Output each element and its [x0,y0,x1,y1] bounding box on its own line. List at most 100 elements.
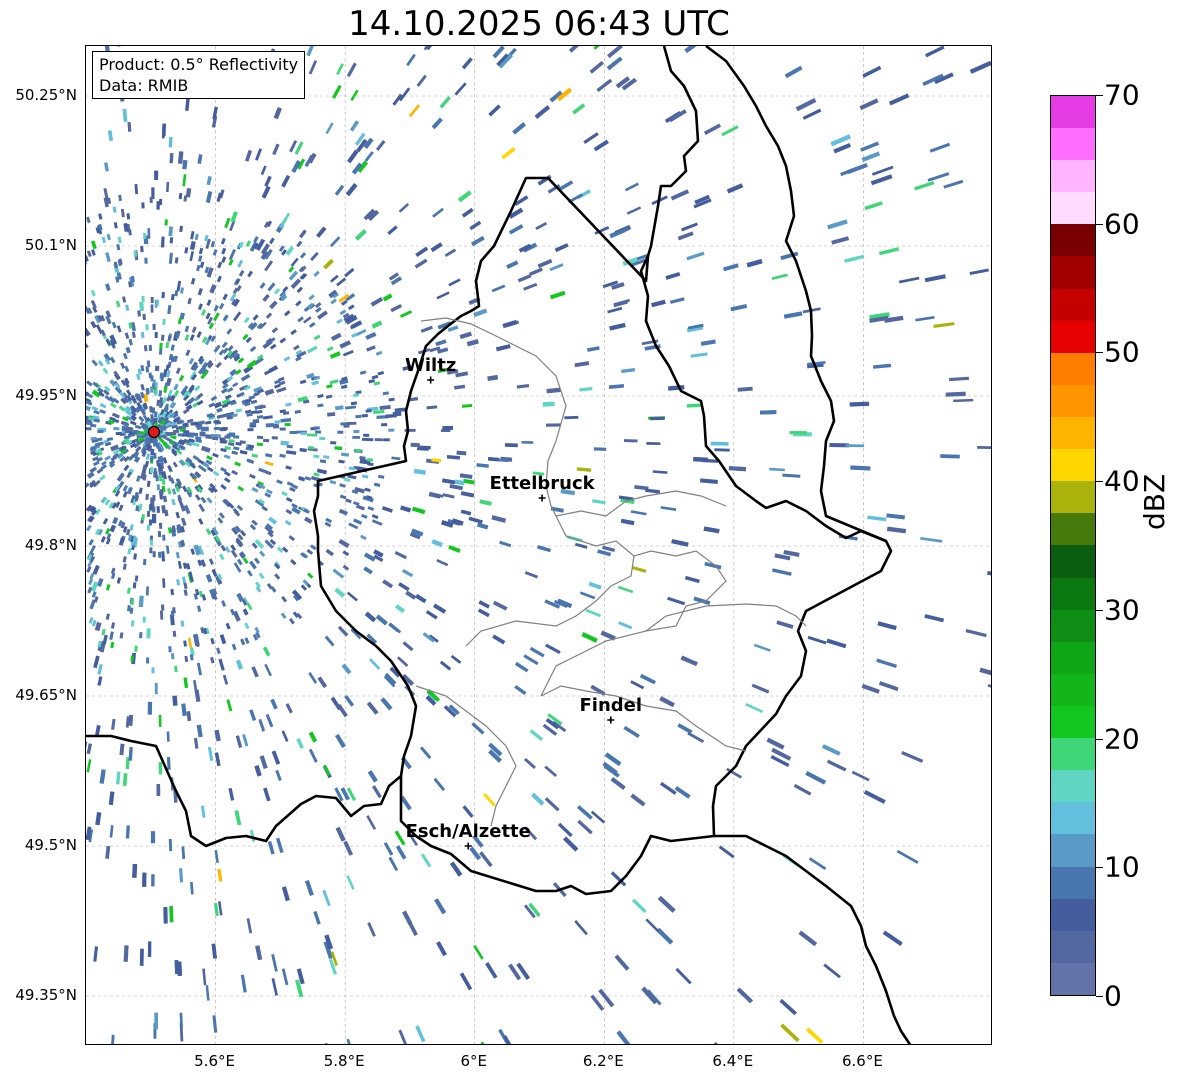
echo-cell [126,587,131,594]
echo-cell [206,299,212,307]
echo-cell [140,364,145,372]
echo-cell [888,93,910,106]
echo-cell [165,364,170,371]
colorbar-segment [1051,706,1095,739]
echo-cell [264,663,272,677]
echo-cell [217,261,223,269]
echo-cell [200,627,205,634]
echo-cell [577,819,593,835]
echo-cell [593,447,607,451]
echo-cell [779,998,797,1016]
echo-cell [395,845,407,860]
echo-cell [517,274,532,283]
echo-cell [650,416,665,421]
echo-cell [240,974,247,993]
echo-cell [276,479,283,485]
echo-cell [410,442,420,448]
echo-cell [207,746,214,761]
echo-cell [537,258,553,269]
echo-cell [289,140,298,153]
colorbar-tick-label: 30 [1104,593,1140,627]
echo-cell [380,697,393,711]
echo-cell [92,564,100,575]
echo-cell [167,527,172,534]
echo-cell [390,624,402,634]
lat-tick-label: 49.5°N [24,836,77,854]
echo-cell [210,656,215,664]
echo-cell [205,528,212,535]
echo-cell [723,263,739,272]
echo-cell [317,676,328,689]
echo-cell [690,352,708,358]
echo-cell [154,471,158,478]
echo-cell [736,987,754,1004]
echo-cell [297,316,304,323]
city-marker [538,494,546,502]
echo-cell [219,553,225,561]
echo-cell [136,475,141,482]
echo-cell [308,60,318,75]
echo-cell [145,453,151,460]
echo-cell [290,257,299,267]
echo-cell [388,397,395,402]
echo-cell [86,471,95,479]
echo-cell [286,481,294,487]
echo-cell [250,399,258,405]
echo-cell [271,327,279,334]
echo-cell [156,506,160,513]
echo-cell [310,251,319,261]
echo-cell [463,478,475,485]
echo-cell [492,600,508,611]
colorbar-segment [1051,802,1095,835]
echo-cell [122,563,127,571]
echo-cell [251,666,259,678]
echo-cell [242,734,249,747]
echo-cell [212,452,219,458]
echo-cell [163,907,168,924]
echo-cell [145,586,149,596]
colorbar-tick [1096,223,1103,225]
echo-cell [214,849,219,864]
echo-cell [109,825,114,838]
echo-cell [254,626,260,634]
echo-cell [674,786,691,799]
echo-cell [564,415,579,420]
echo-cell [167,335,172,342]
echo-cell [405,590,417,600]
echo-cell [196,264,201,272]
echo-cell [231,643,237,651]
echo-cell [198,518,204,525]
echo-cell [120,208,125,218]
echo-cell [878,247,900,256]
echo-cell [190,548,196,555]
echo-cell [338,459,345,464]
echo-cell [325,122,334,135]
echo-cell [125,825,130,839]
echo-cell [371,320,383,329]
echo-cell [281,968,289,986]
echo-cell [90,289,96,297]
echo-cell [145,366,150,373]
echo-cell [382,391,390,396]
echo-cell [99,409,106,415]
radar-map[interactable]: Wiltz Ettelbruck Findel Esch/Alzette [85,45,992,1045]
echo-cell [303,316,312,324]
colorbar-segment [1051,224,1095,257]
echo-cell [123,464,130,472]
echo-cell [124,429,131,433]
colorbar-tick-label: 40 [1104,464,1140,498]
echo-cell [204,420,212,425]
echo-cell [86,250,92,258]
echo-cell [299,379,307,385]
echo-cell [461,57,473,70]
echo-cell [269,237,275,245]
echo-cell [231,469,238,476]
echo-cell [381,506,393,513]
echo-cell [97,663,103,675]
echo-cell [163,386,168,393]
echo-cell [702,1043,719,1044]
echo-cell [168,252,173,264]
echo-cell [379,405,391,410]
echo-cell [863,790,886,804]
echo-cell [665,272,681,280]
